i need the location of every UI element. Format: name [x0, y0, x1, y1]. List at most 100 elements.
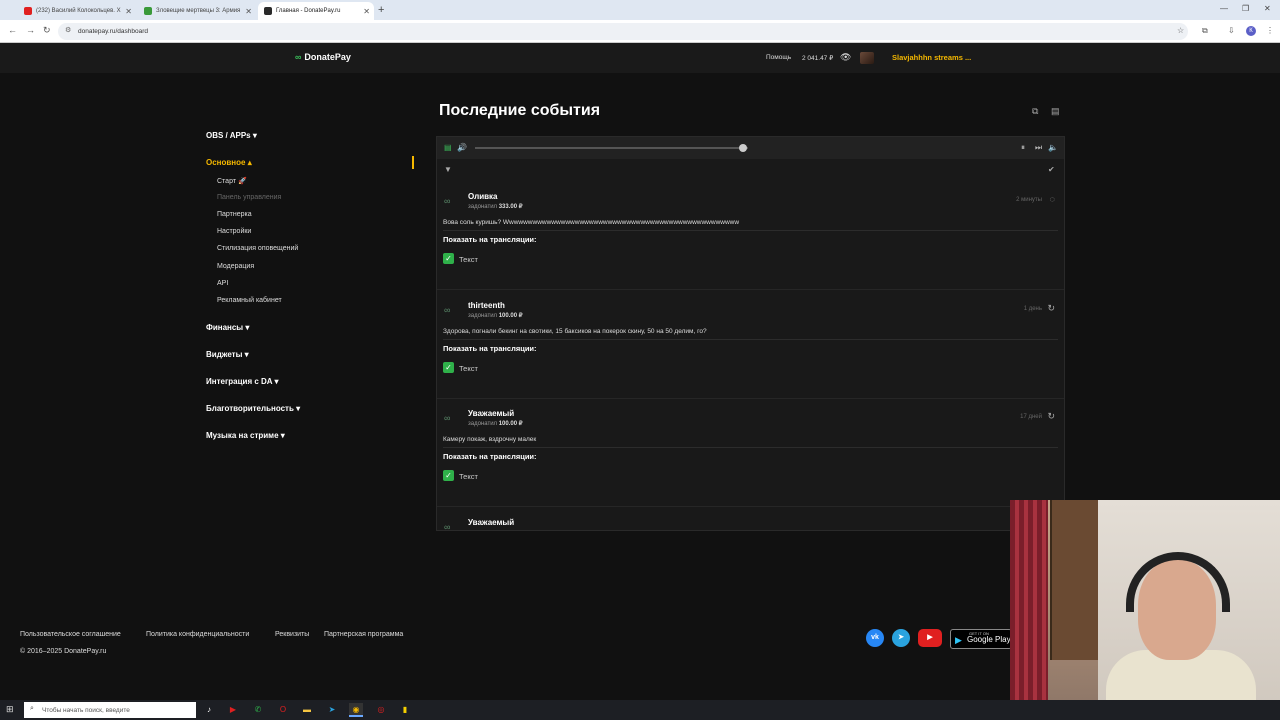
- footer-link-partner-program[interactable]: Партнерская программа: [324, 631, 403, 638]
- donatepay-logo[interactable]: ∞ DonatePay: [295, 52, 351, 62]
- donatepay-icon: ∞: [444, 522, 451, 531]
- nav-item-settings[interactable]: Настройки: [217, 228, 251, 235]
- tiktok-icon[interactable]: ♪: [202, 703, 216, 717]
- downloads-icon[interactable]: ⇩: [1228, 26, 1235, 35]
- address-bar[interactable]: ⚙ donatepay.ru/dashboard: [58, 23, 1188, 40]
- browser-tab[interactable]: Зловещие мертвецы 3: Армия ✕: [138, 2, 256, 20]
- browser-tab[interactable]: (232) Василий Колокольцев. Х ✕: [18, 2, 136, 20]
- tab-title: (232) Василий Колокольцев. Х: [36, 8, 121, 14]
- donatepay-icon: ∞: [444, 413, 451, 423]
- youtube-icon[interactable]: ▶: [918, 629, 942, 647]
- menu-icon[interactable]: ⋮: [1266, 26, 1274, 35]
- help-link[interactable]: Помощь: [766, 54, 791, 61]
- bookmark-star-icon[interactable]: ☆: [1177, 26, 1184, 35]
- maximize-icon[interactable]: ❐: [1242, 4, 1249, 13]
- active-nav-marker: [412, 156, 414, 169]
- nav-item-moderation[interactable]: Модерация: [217, 263, 254, 270]
- text-checkbox[interactable]: ✓: [443, 362, 454, 373]
- eye-icon[interactable]: 👁: [840, 52, 851, 63]
- donation-action: задонатил: [468, 313, 498, 319]
- reload-icon[interactable]: ↻: [43, 25, 51, 36]
- event-time: 1 день: [1023, 306, 1042, 312]
- site-info-icon[interactable]: ⚙: [65, 26, 71, 34]
- external-link-icon[interactable]: ⧉: [1032, 106, 1038, 117]
- close-icon[interactable]: ✕: [245, 7, 252, 16]
- nav-item-start[interactable]: Старт 🚀: [217, 177, 247, 185]
- stream-name[interactable]: Slavjahhhn streams ...: [892, 53, 971, 62]
- copy-icon[interactable]: ▤: [1051, 106, 1060, 117]
- url-text: donatepay.ru/dashboard: [78, 28, 148, 35]
- app-icon[interactable]: ▮: [398, 703, 412, 717]
- nav-section-finance[interactable]: Финансы ▾: [206, 323, 249, 332]
- donation-message: Здорова, погнали бекинг на свотики, 15 б…: [443, 328, 707, 335]
- replay-icon[interactable]: ↻: [1047, 303, 1055, 314]
- nav-item-dashboard[interactable]: Панель управления: [217, 194, 281, 201]
- new-tab-button[interactable]: +: [378, 4, 384, 16]
- filter-icon[interactable]: ▼: [444, 165, 452, 174]
- site-icon: [144, 7, 152, 15]
- pause-icon[interactable]: ⏸: [1021, 143, 1025, 153]
- nav-item-ad-cabinet[interactable]: Рекламный кабинет: [217, 297, 282, 304]
- telegram-icon[interactable]: ➤: [892, 629, 910, 647]
- footer-link-privacy[interactable]: Политика конфиденциальности: [146, 631, 249, 638]
- google-play-small-text: GET IT ON: [969, 631, 989, 636]
- skip-icon[interactable]: ⏭: [1035, 143, 1042, 153]
- close-window-icon[interactable]: ✕: [1264, 4, 1271, 13]
- donor-name: Уважаемый: [468, 409, 515, 418]
- nav-section-obs-apps[interactable]: OBS / APPs ▾: [206, 131, 257, 140]
- page-title: Последние события: [439, 102, 601, 119]
- opera-icon[interactable]: O: [276, 703, 290, 717]
- replay-icon[interactable]: ↻: [1047, 411, 1055, 422]
- webcam-shelf: [1050, 500, 1098, 660]
- tab-title: Зловещие мертвецы 3: Армия: [156, 8, 241, 14]
- player-progress-knob[interactable]: [739, 144, 747, 152]
- search-placeholder: Чтобы начать поиск, введите: [42, 706, 130, 714]
- browser-tab-active[interactable]: Главная - DonatePay.ru ✕: [258, 2, 374, 20]
- vk-icon[interactable]: vk: [866, 629, 884, 647]
- nav-section-stream-music[interactable]: Музыка на стриме ▾: [206, 431, 285, 440]
- footer-link-requisites[interactable]: Реквизиты: [275, 631, 309, 638]
- close-icon[interactable]: ✕: [363, 7, 370, 16]
- extensions-icon[interactable]: ⧉: [1202, 26, 1208, 36]
- text-checkbox[interactable]: ✓: [443, 470, 454, 481]
- nav-section-da-integration[interactable]: Интеграция с DA ▾: [206, 377, 279, 386]
- divider: [443, 447, 1058, 448]
- windows-start-icon[interactable]: ⊞: [6, 704, 14, 715]
- taskbar-search[interactable]: ⌕ Чтобы начать поиск, введите: [24, 702, 196, 718]
- loading-icon: ◌: [1049, 194, 1055, 204]
- footer-link-terms[interactable]: Пользовательское соглашение: [20, 631, 121, 638]
- back-icon[interactable]: ←: [8, 25, 17, 35]
- nav-section-charity[interactable]: Благотворительность ▾: [206, 404, 300, 413]
- user-avatar[interactable]: [860, 52, 874, 64]
- audio-player: ▤ 🔊 ⏸ ⏭ 🔈: [437, 137, 1064, 159]
- donation-amount: 100.00 ₽: [498, 421, 523, 427]
- nav-section-main[interactable]: Основное ▴: [206, 158, 252, 167]
- player-progress-track[interactable]: [475, 147, 748, 149]
- check-all-icon[interactable]: ✔: [1048, 165, 1055, 174]
- nav-item-alert-styling[interactable]: Стилизация оповещений: [217, 245, 298, 252]
- speaker-icon[interactable]: 🔈: [1048, 143, 1058, 152]
- minimize-icon[interactable]: —: [1220, 4, 1228, 13]
- whatsapp-icon[interactable]: ✆: [251, 703, 265, 717]
- text-checkbox[interactable]: ✓: [443, 253, 454, 264]
- nav-item-partner[interactable]: Партнерка: [217, 211, 252, 218]
- nav-section-widgets[interactable]: Виджеты ▾: [206, 350, 249, 359]
- youtube-icon[interactable]: ▶: [226, 703, 240, 717]
- donatepay-favicon-icon: [264, 7, 272, 15]
- text-option-label: Текст: [459, 472, 478, 481]
- text-option-label: Текст: [459, 364, 478, 373]
- show-on-stream-label: Показать на трансляции:: [443, 235, 537, 244]
- file-explorer-icon[interactable]: ▬: [300, 703, 314, 717]
- forward-icon[interactable]: →: [26, 25, 35, 35]
- list-icon[interactable]: ▤: [444, 143, 452, 152]
- google-play-button[interactable]: ▶ GET IT ON Google Play: [950, 629, 1012, 649]
- text-option-label: Текст: [459, 255, 478, 264]
- nav-item-api[interactable]: API: [217, 280, 228, 287]
- obs-icon[interactable]: ◎: [374, 703, 388, 717]
- webcam-overlay: [1010, 500, 1280, 720]
- chrome-icon[interactable]: ◉: [349, 703, 363, 717]
- profile-avatar[interactable]: К: [1246, 26, 1256, 36]
- telegram-icon[interactable]: ➤: [325, 703, 339, 717]
- close-icon[interactable]: ✕: [125, 7, 132, 16]
- volume-icon[interactable]: 🔊: [457, 143, 467, 152]
